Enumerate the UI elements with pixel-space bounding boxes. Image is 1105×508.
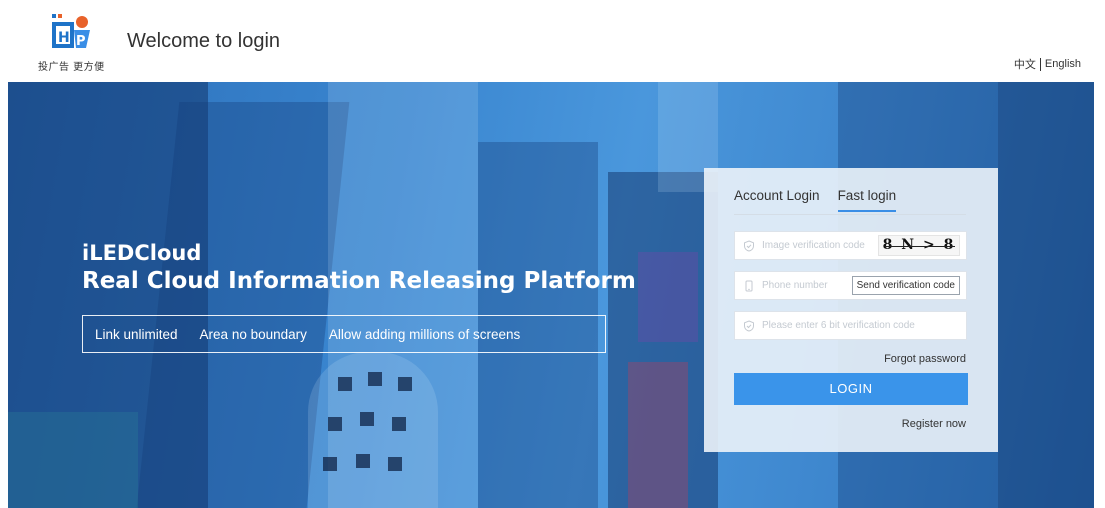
background-building xyxy=(998,82,1094,508)
register-link[interactable]: Register now xyxy=(902,418,966,430)
background-billboard xyxy=(628,362,688,508)
shield-check-icon xyxy=(744,319,754,332)
forgot-password-link[interactable]: Forgot password xyxy=(884,353,966,365)
logo: H P 投广告 更方便 xyxy=(38,8,118,78)
building-window xyxy=(323,457,337,471)
platform-title: Real Cloud Information Releasing Platfor… xyxy=(82,268,636,294)
building-window xyxy=(328,417,342,431)
lang-english[interactable]: English xyxy=(1045,58,1081,70)
building-window xyxy=(388,457,402,471)
sms-code-field xyxy=(734,311,967,340)
hero-banner: iLEDCloud Real Cloud Information Releasi… xyxy=(8,82,1094,508)
lang-divider xyxy=(1039,57,1041,71)
brand-block: iLEDCloud Real Cloud Information Releasi… xyxy=(82,240,636,296)
sms-code-input[interactable] xyxy=(762,320,962,331)
phone-field: Send verification code xyxy=(734,271,967,300)
login-panel: Account Login Fast login 8 N > 8 Send ve… xyxy=(704,168,998,452)
building-window xyxy=(392,417,406,431)
logo-icon: H P xyxy=(52,14,90,49)
phone-icon xyxy=(745,280,753,291)
building-window xyxy=(360,412,374,426)
feature-item: Area no boundary xyxy=(199,326,307,342)
welcome-title: Welcome to login xyxy=(127,30,281,52)
lang-chinese[interactable]: 中文 xyxy=(1014,56,1036,72)
feature-list: Link unlimited Area no boundary Allow ad… xyxy=(82,315,606,353)
captcha-image[interactable]: 8 N > 8 xyxy=(878,235,960,256)
shield-check-icon xyxy=(744,239,754,252)
svg-text:P: P xyxy=(76,34,86,49)
send-code-button[interactable]: Send verification code xyxy=(851,276,960,295)
background-billboard xyxy=(638,252,698,342)
page-header: H P 投广告 更方便 Welcome to login 中文 English xyxy=(0,0,1105,82)
svg-text:H: H xyxy=(58,30,70,46)
captcha-text: 8 N > 8 xyxy=(882,237,956,253)
building-window xyxy=(368,372,382,386)
image-code-field: 8 N > 8 xyxy=(734,231,967,260)
tabs-divider xyxy=(734,214,966,215)
building-window xyxy=(398,377,412,391)
feature-item: Link unlimited xyxy=(95,326,178,342)
tab-fast-login[interactable]: Fast login xyxy=(837,188,897,212)
language-switcher: 中文 English xyxy=(1014,56,1081,72)
image-code-input[interactable] xyxy=(762,240,892,251)
brand-name: iLEDCloud xyxy=(82,241,202,265)
building-window xyxy=(338,377,352,391)
login-button[interactable]: LOGIN xyxy=(734,373,968,405)
logo-tagline: 投广告 更方便 xyxy=(38,62,105,73)
captcha-strike xyxy=(885,246,955,247)
feature-item: Allow adding millions of screens xyxy=(328,326,521,342)
background-billboard xyxy=(8,412,138,508)
building-window xyxy=(356,454,370,468)
tab-account-login[interactable]: Account Login xyxy=(734,188,820,212)
login-tabs: Account Login Fast login xyxy=(734,188,897,212)
